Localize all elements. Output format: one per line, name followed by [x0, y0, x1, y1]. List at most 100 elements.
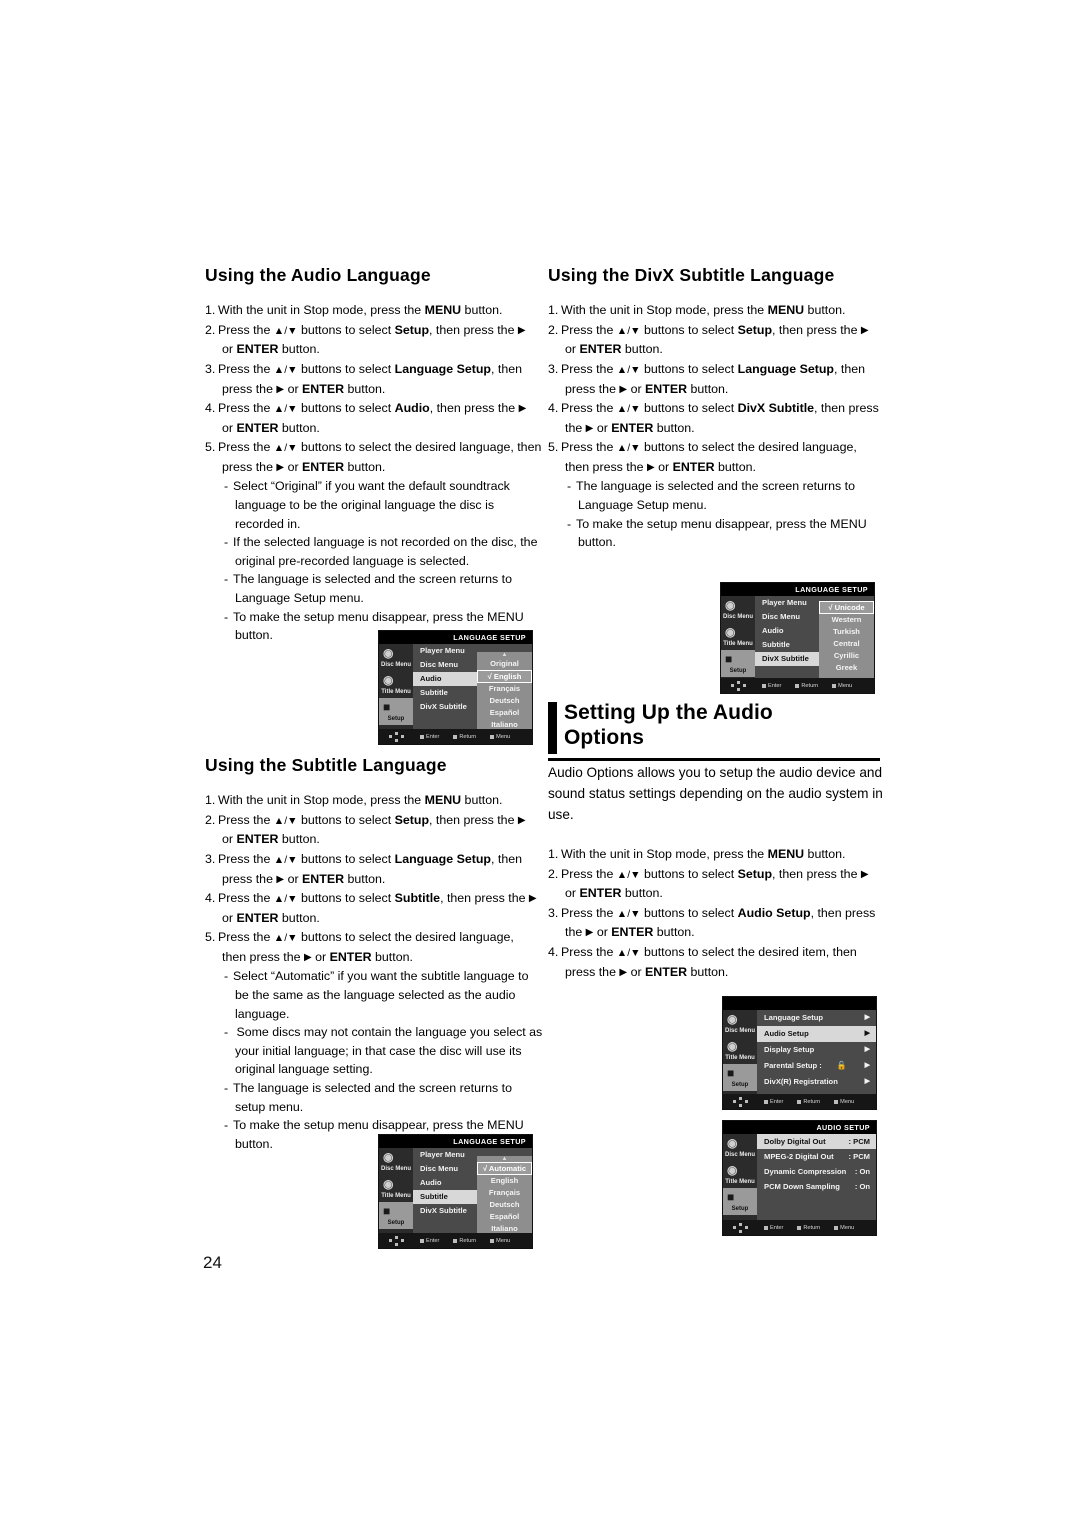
osd-option-item[interactable]: Français: [477, 683, 532, 695]
osd-key-menu[interactable]: Menu: [490, 734, 510, 740]
osd-audio-setup-item[interactable]: : PCM Dolby Digital Out: [757, 1134, 876, 1149]
osd-tab-disc-menu[interactable]: ◉ Disc Menu: [379, 1148, 413, 1175]
osd-option-item[interactable]: Deutsch: [477, 695, 532, 707]
osd-key-enter[interactable]: Enter: [762, 683, 781, 689]
heading-rule: [548, 758, 880, 761]
step-number: 2.: [548, 866, 559, 881]
osd-tab-disc-menu[interactable]: ◉ Disc Menu: [721, 596, 755, 623]
key-square-icon: [762, 683, 766, 688]
key-square-icon: [797, 1099, 802, 1104]
osd-option-item[interactable]: Western: [819, 614, 874, 626]
osd-option-item[interactable]: Cyrillic: [819, 650, 874, 662]
osd-tab-disc-menu[interactable]: ◉ Disc Menu: [723, 1134, 757, 1161]
note-dash: -: [224, 572, 229, 587]
osd-tab-title-menu[interactable]: ◉ Title Menu: [721, 623, 755, 650]
osd-key-menu[interactable]: Menu: [832, 683, 852, 689]
setup-icon: ■: [727, 1190, 735, 1204]
title-menu-icon: ◉: [725, 625, 736, 639]
osd-option-item[interactable]: Original: [477, 658, 532, 670]
osd-audio-setup-item[interactable]: : On PCM Down Sampling: [757, 1179, 876, 1194]
osd-key-enter[interactable]: Enter: [420, 1238, 439, 1244]
osd-option-item[interactable]: Turkish: [819, 626, 874, 638]
disc-menu-icon: ◉: [727, 1012, 738, 1026]
osd-tab-setup[interactable]: ■ Setup: [379, 1202, 413, 1229]
osd-option-item[interactable]: Deutsch: [477, 1199, 532, 1211]
osd-key-return[interactable]: Return: [453, 734, 476, 740]
step-number: 1.: [205, 303, 216, 318]
osd-option-item[interactable]: √ Automatic: [477, 1162, 532, 1175]
step-item: 4. Press the ▲/▼ buttons to select Subtit…: [205, 891, 537, 925]
osd-body: ◉ Disc Menu ◉ Title Menu ■ Setup Player …: [721, 596, 874, 681]
osd-tab-label: Disc Menu: [722, 614, 753, 620]
osd-tab-strip: ◉ Disc Menu ◉ Title Menu ■ Setup: [379, 644, 413, 729]
osd-option-item[interactable]: Central: [819, 638, 874, 650]
osd-setup-item[interactable]: ▶ Audio Setup: [757, 1026, 876, 1042]
note-dash: -: [224, 969, 229, 984]
osd-option-item[interactable]: √ Unicode: [819, 601, 874, 614]
osd-tab-title-menu[interactable]: ◉ Title Menu: [723, 1161, 757, 1188]
osd-tab-setup[interactable]: ■ Setup: [721, 650, 755, 677]
note-dash: -: [224, 479, 229, 494]
osd-audio-setup-item[interactable]: : PCM MPEG-2 Digital Out: [757, 1149, 876, 1164]
osd-key-menu[interactable]: Menu: [490, 1238, 510, 1244]
osd-title: [723, 997, 876, 1010]
osd-setup-item[interactable]: ▶ Display Setup: [757, 1042, 876, 1058]
osd-language-setup-audio: LANGUAGE SETUP ◉ Disc Menu ◉ Title Menu …: [378, 630, 533, 745]
osd-title: LANGUAGE SETUP: [379, 631, 532, 644]
osd-key-menu[interactable]: Menu: [834, 1099, 854, 1105]
osd-key-return[interactable]: Return: [795, 683, 818, 689]
osd-key-return[interactable]: Return: [797, 1099, 820, 1105]
osd-tab-title-menu[interactable]: ◉ Title Menu: [379, 671, 413, 698]
key-square-icon: [420, 1238, 424, 1243]
osd-key-legend: Enter Return Menu: [379, 1233, 532, 1248]
key-square-icon: [832, 683, 837, 688]
osd-key-return[interactable]: Return: [797, 1225, 820, 1231]
osd-option-item[interactable]: English: [477, 1175, 532, 1187]
osd-body: ◉ Disc Menu ◉ Title Menu ■ Setup : PCM Do…: [723, 1134, 876, 1220]
dpad-icon: [733, 1096, 748, 1107]
step-number: 3.: [548, 905, 559, 920]
osd-key-return[interactable]: Return: [453, 1238, 476, 1244]
key-square-icon: [797, 1225, 802, 1230]
osd-tab-label: Setup: [731, 1082, 749, 1088]
osd-option-item[interactable]: Français: [477, 1187, 532, 1199]
key-square-icon: [420, 734, 424, 739]
osd-setup-item[interactable]: ▶ 🔓 Parental Setup :: [757, 1058, 876, 1074]
osd-key-enter[interactable]: Enter: [764, 1099, 783, 1105]
lock-open-icon: 🔓: [836, 1061, 847, 1070]
osd-audio-setup-item[interactable]: : On Dynamic Compression: [757, 1164, 876, 1179]
osd-option-item[interactable]: √ English: [477, 670, 532, 683]
osd-key-enter[interactable]: Enter: [420, 734, 439, 740]
osd-option-item[interactable]: Español: [477, 707, 532, 719]
note-item: - If the selected language is not recorde…: [224, 535, 538, 568]
osd-title: AUDIO SETUP: [723, 1121, 876, 1134]
osd-key-menu[interactable]: Menu: [834, 1225, 854, 1231]
title-menu-icon: ◉: [383, 1177, 394, 1191]
osd-tab-disc-menu[interactable]: ◉ Disc Menu: [379, 644, 413, 671]
step-number: 3.: [205, 361, 216, 376]
osd-setup-item[interactable]: ▶ DivX(R) Registration: [757, 1074, 876, 1090]
osd-tab-strip: ◉ Disc Menu ◉ Title Menu ■ Setup: [379, 1148, 413, 1233]
osd-setup-menu: ◉ Disc Menu ◉ Title Menu ■ Setup ▶ Langua…: [722, 996, 877, 1110]
osd-tab-title-menu[interactable]: ◉ Title Menu: [379, 1175, 413, 1202]
osd-option-list: ▲ √ Automatic English Français Deutsch Españo…: [477, 1156, 532, 1241]
step-number: 4.: [548, 401, 559, 416]
step-item: 3. Press the ▲/▼ buttons to select Langua…: [205, 361, 523, 396]
note-dash: -: [224, 535, 229, 550]
column-left-lower: Using the Subtitle Language 1. With the u…: [205, 755, 545, 1153]
osd-setup-item[interactable]: ▶ Language Setup: [757, 1010, 876, 1026]
osd-option-item[interactable]: Greek: [819, 662, 874, 674]
osd-key-enter[interactable]: Enter: [764, 1225, 783, 1231]
osd-tab-setup[interactable]: ■ Setup: [723, 1064, 757, 1091]
osd-body: ◉ Disc Menu ◉ Title Menu ■ Setup Player …: [379, 644, 532, 737]
disc-menu-icon: ◉: [725, 598, 736, 612]
setup-icon: ■: [383, 700, 391, 714]
osd-option-item[interactable]: Español: [477, 1211, 532, 1223]
step-number: 2.: [548, 322, 559, 337]
osd-tab-setup[interactable]: ■ Setup: [723, 1188, 757, 1215]
note-dash: -: [567, 516, 572, 531]
osd-tab-disc-menu[interactable]: ◉ Disc Menu: [723, 1010, 757, 1037]
osd-tab-setup[interactable]: ■ Setup: [379, 698, 413, 725]
step-item: 3. Press the ▲/▼ buttons to select Audio …: [548, 905, 876, 940]
osd-tab-title-menu[interactable]: ◉ Title Menu: [723, 1037, 757, 1064]
